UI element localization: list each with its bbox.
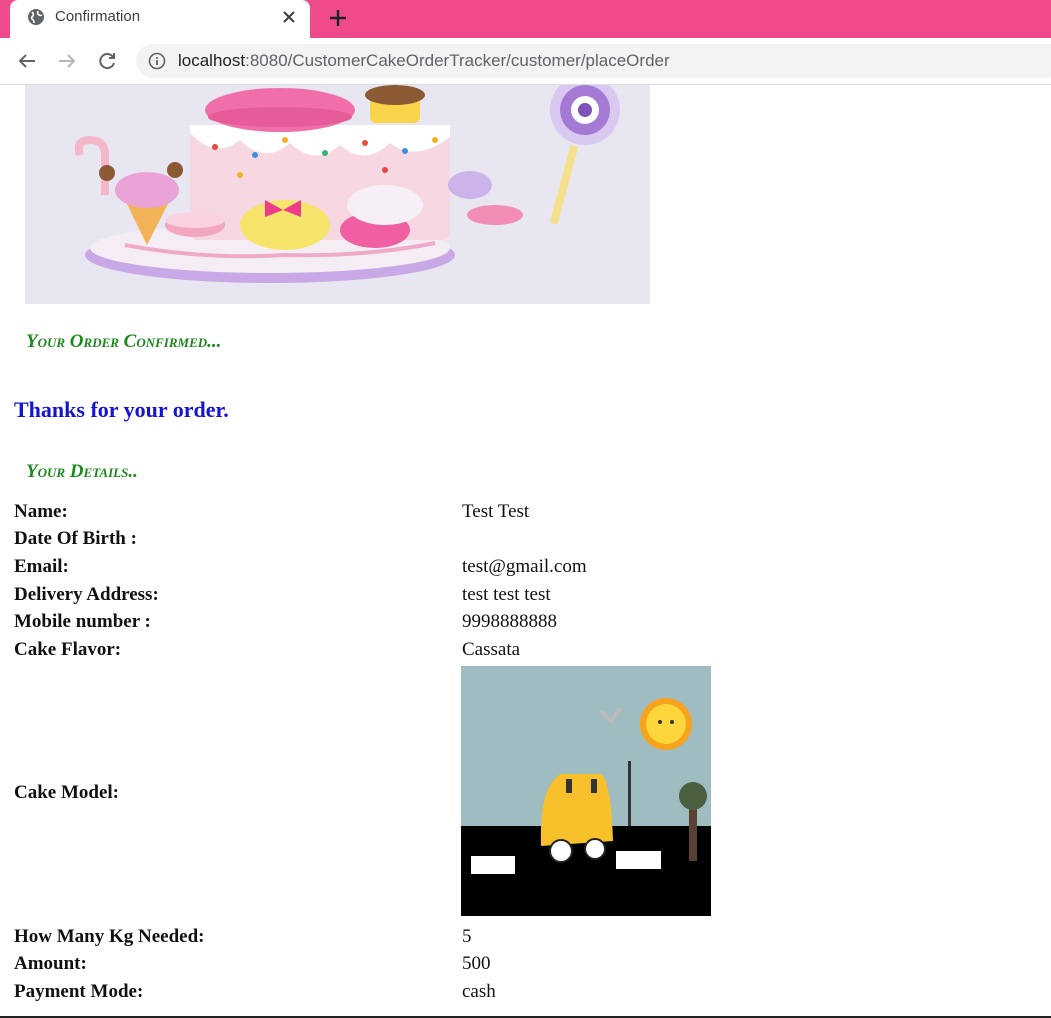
tab-strip: Confirmation xyxy=(0,0,1051,38)
email-value: test@gmail.com xyxy=(462,556,587,577)
detail-row-payment: Payment Mode: cash xyxy=(14,981,1014,1007)
tab-title: Confirmation xyxy=(55,8,141,25)
url-host: localhost xyxy=(178,51,246,70)
cake-banner-image xyxy=(25,85,650,304)
info-icon[interactable] xyxy=(148,52,166,70)
reload-icon[interactable] xyxy=(96,50,118,72)
payment-label: Payment Mode: xyxy=(14,981,144,1002)
browser-toolbar: localhost:8080/CustomerCakeOrderTracker/… xyxy=(0,38,1051,85)
kg-label: How Many Kg Needed: xyxy=(14,926,205,947)
thanks-message: Thanks for your order. xyxy=(14,397,229,422)
page-content: Your Order Confirmed... Thanks for your … xyxy=(0,85,1051,1016)
mobile-label: Mobile number : xyxy=(14,611,151,632)
detail-row-mobile: Mobile number : 9998888888 xyxy=(14,611,1014,637)
flavor-value: Cassata xyxy=(462,639,521,660)
address-label: Delivery Address: xyxy=(14,584,159,605)
detail-row-name: Name: Test Test xyxy=(14,501,1014,527)
order-confirmed-heading: Your Order Confirmed... xyxy=(26,331,222,352)
detail-row-email: Email: test@gmail.com xyxy=(14,556,1014,582)
globe-icon xyxy=(27,8,45,26)
plus-icon[interactable] xyxy=(326,6,350,30)
address-value: test test test xyxy=(462,584,551,605)
detail-row-amount: Amount: 500 xyxy=(14,953,1014,979)
address-bar[interactable]: localhost:8080/CustomerCakeOrderTracker/… xyxy=(136,44,1051,78)
detail-row-address: Delivery Address: test test test xyxy=(14,584,1014,610)
payment-value: cash xyxy=(462,981,496,1002)
detail-row-kg: How Many Kg Needed: 5 xyxy=(14,926,1014,952)
kg-value: 5 xyxy=(462,926,472,947)
email-label: Email: xyxy=(14,556,69,577)
url-text: localhost:8080/CustomerCakeOrderTracker/… xyxy=(178,51,670,71)
close-icon[interactable] xyxy=(280,8,298,26)
forward-arrow-icon[interactable] xyxy=(56,50,78,72)
amount-value: 500 xyxy=(462,953,491,974)
name-value: Test Test xyxy=(462,501,530,522)
dob-label: Date Of Birth : xyxy=(14,528,137,549)
mobile-value: 9998888888 xyxy=(462,611,557,632)
back-arrow-icon[interactable] xyxy=(16,50,38,72)
url-path: :8080/CustomerCakeOrderTracker/customer/… xyxy=(245,51,670,70)
cake-model-image xyxy=(461,666,711,916)
name-label: Name: xyxy=(14,501,68,522)
tab-confirmation[interactable]: Confirmation xyxy=(10,0,310,38)
detail-row-dob: Date Of Birth : xyxy=(14,528,1014,554)
details-heading: Your Details.. xyxy=(26,461,138,482)
model-label: Cake Model: xyxy=(14,782,120,803)
amount-label: Amount: xyxy=(14,953,87,974)
detail-row-flavor: Cake Flavor: Cassata xyxy=(14,639,1014,665)
flavor-label: Cake Flavor: xyxy=(14,639,122,660)
